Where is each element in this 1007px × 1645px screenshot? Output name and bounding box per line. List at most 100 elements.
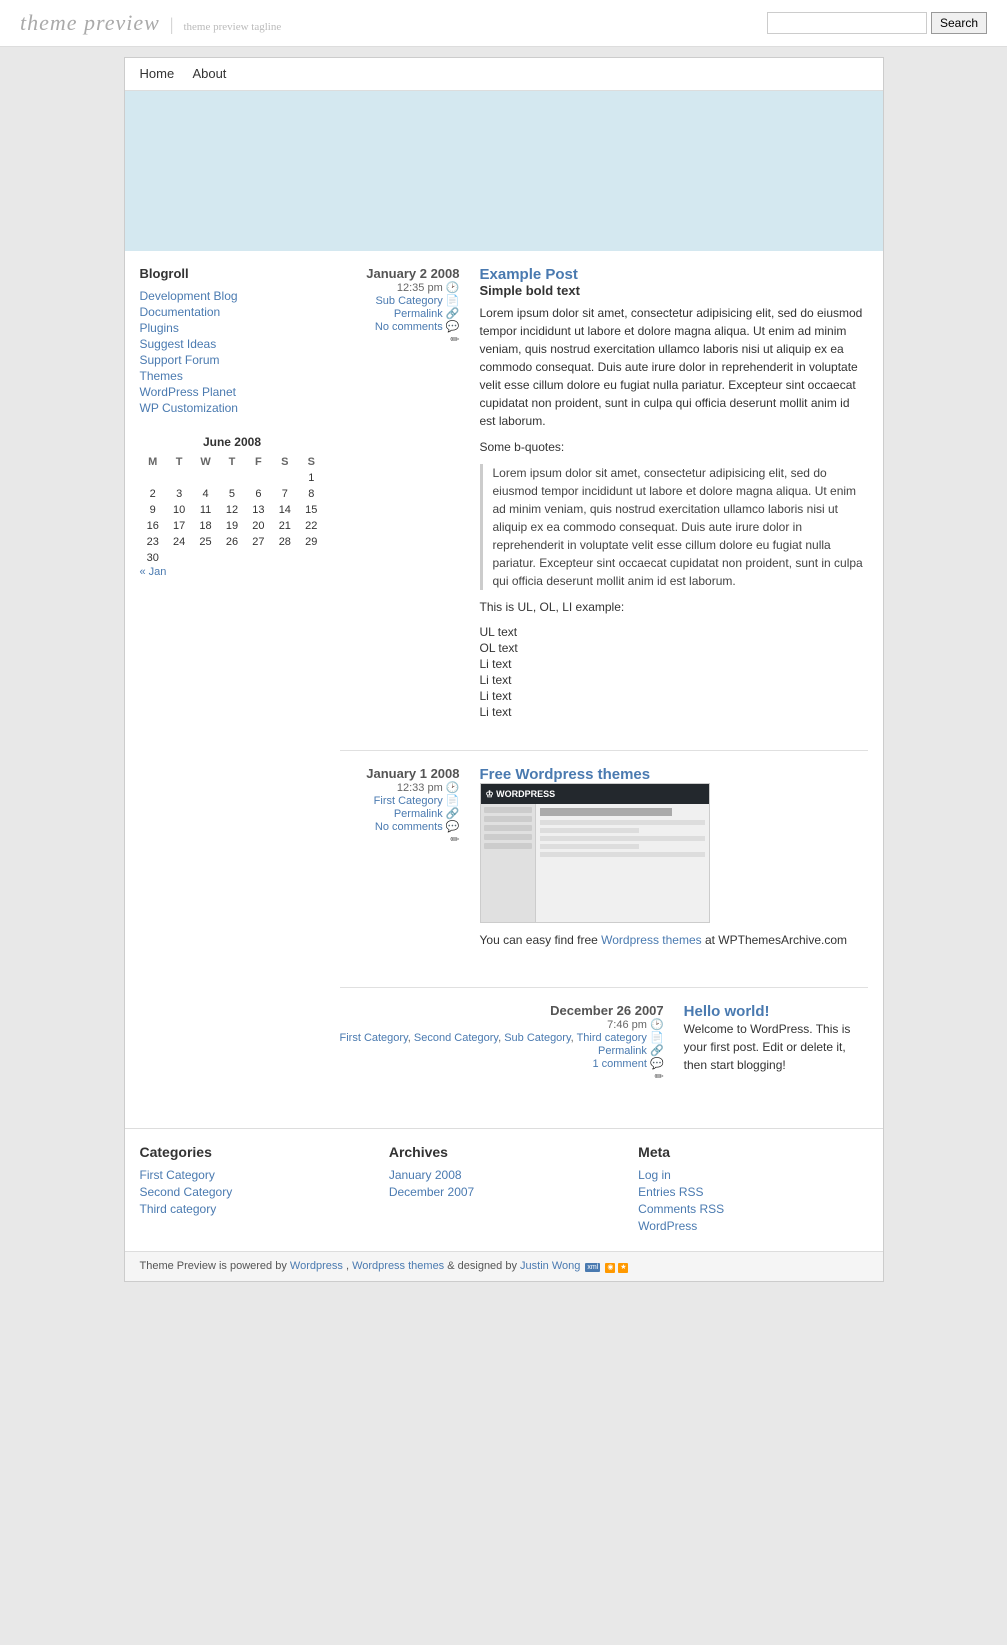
cal-header: T (219, 454, 245, 470)
category-link-second[interactable]: Second Category (140, 1185, 369, 1199)
post-2: January 1 2008 12:33 pm 🕑 First Category… (340, 766, 868, 957)
sidebar-link-themes[interactable]: Themes (140, 369, 325, 383)
cal-header: S (298, 454, 324, 470)
post-1-meta: January 2 2008 12:35 pm 🕑 Sub Category 📄… (340, 266, 460, 720)
footer-wordpress-link[interactable]: Wordpress (290, 1260, 343, 1272)
footer-widgets: Categories First Category Second Categor… (125, 1128, 883, 1251)
meta-entries-link[interactable]: Entries RSS (638, 1185, 867, 1199)
post-2-text: You can easy find free Wordpress themes … (480, 931, 868, 949)
sidebar-link-docs[interactable]: Documentation (140, 305, 325, 319)
post-1-blockquote: Lorem ipsum dolor sit amet, consectetur … (480, 464, 868, 590)
cal-header: S (272, 454, 298, 470)
post-1-comments-link[interactable]: No comments (375, 321, 443, 333)
post-1-category: Sub Category 📄 (340, 294, 460, 307)
sidebar-link-suggest[interactable]: Suggest Ideas (140, 337, 325, 351)
sidebar-link-devblog[interactable]: Development Blog (140, 289, 325, 303)
wp-ss-item (484, 816, 532, 822)
post-3-permalink-link[interactable]: Permalink (598, 1045, 647, 1057)
post-1-body: Example Post Simple bold text Lorem ipsu… (470, 266, 868, 720)
post-3-layout: December 26 2007 7:46 pm 🕑 First Categor… (340, 1003, 868, 1083)
nav-about[interactable]: About (192, 66, 226, 81)
post-2-time: 12:33 pm 🕑 (340, 781, 460, 794)
meta-widget-title: Meta (638, 1144, 867, 1160)
xml-icon: xml (585, 1263, 600, 1272)
post-2-category-link[interactable]: First Category (374, 795, 443, 807)
search-input[interactable] (767, 12, 927, 34)
post-2-comments-link[interactable]: No comments (375, 821, 443, 833)
wp-ss-line (540, 852, 705, 857)
blogroll-title: Blogroll (140, 266, 325, 281)
content-wrapper: Blogroll Development Blog Documentation … (125, 251, 883, 1128)
page-footer: Theme Preview is powered by Wordpress , … (125, 1251, 883, 1281)
post-2-category: First Category 📄 (340, 794, 460, 807)
sidebar-link-plugins[interactable]: Plugins (140, 321, 325, 335)
site-title: theme preview (20, 10, 160, 36)
wp-ss-sidebar (481, 804, 536, 922)
post-1-comments: No comments 💬 (340, 320, 460, 333)
search-form: Search (767, 12, 987, 34)
footer-designer-link[interactable]: Justin Wong (520, 1260, 580, 1272)
meta-widget: Meta Log in Entries RSS Comments RSS Wor… (638, 1144, 867, 1236)
cal-row: 30 (140, 550, 325, 566)
main-content: January 2 2008 12:35 pm 🕑 Sub Category 📄… (340, 266, 868, 1113)
wordpress-themes-link[interactable]: Wordpress themes (601, 933, 701, 947)
post-3-cat1[interactable]: First Category (340, 1032, 408, 1044)
wp-ss-item (484, 834, 532, 840)
footer-themes-link[interactable]: Wordpress themes (352, 1260, 444, 1272)
search-button[interactable]: Search (931, 12, 987, 34)
list-item: OL text (480, 640, 868, 656)
post-3-time: 7:46 pm 🕑 (340, 1018, 664, 1031)
post-3-body: Hello world! Welcome to WordPress. This … (674, 1003, 868, 1083)
wp-screenshot-header: ♔ WORDPRESS (481, 784, 709, 804)
category-link-first[interactable]: First Category (140, 1168, 369, 1182)
header-tagline: theme preview tagline (183, 21, 281, 33)
cal-header: M (140, 454, 166, 470)
post-3-cat3[interactable]: Sub Category (504, 1032, 570, 1044)
post-2-title-link[interactable]: Free Wordpress themes (480, 766, 651, 783)
wp-ss-item (484, 843, 532, 849)
list-item: Li text (480, 704, 868, 720)
post-2-comments: No comments 💬 (340, 820, 460, 833)
post-3-cat4[interactable]: Third category (577, 1032, 647, 1044)
cal-row: 2345678 (140, 486, 325, 502)
wp-ss-item (484, 807, 532, 813)
meta-comments-link[interactable]: Comments RSS (638, 1202, 867, 1216)
post-1: January 2 2008 12:35 pm 🕑 Sub Category 📄… (340, 266, 868, 720)
post-3-meta: December 26 2007 7:46 pm 🕑 First Categor… (340, 1003, 664, 1083)
post-1-bquote-label: Some b-quotes: (480, 438, 868, 456)
header-divider: | (170, 14, 174, 35)
wp-ss-line (540, 844, 639, 849)
post-3-date: December 26 2007 (340, 1003, 664, 1018)
post-1-category-link[interactable]: Sub Category (375, 295, 442, 307)
wp-ss-title (540, 808, 672, 816)
list-item: Li text (480, 688, 868, 704)
meta-comments-rss: Comments RSS (638, 1202, 867, 1216)
category-link-third[interactable]: Third category (140, 1202, 369, 1216)
sidebar-link-support[interactable]: Support Forum (140, 353, 325, 367)
post-1-title-link[interactable]: Example Post (480, 266, 578, 283)
archives-widget: Archives January 2008 December 2007 (389, 1144, 618, 1236)
post-2-edit: ✏ (340, 833, 460, 846)
post-2-title: Free Wordpress themes (480, 766, 868, 783)
wp-ss-item (484, 825, 532, 831)
archive-dec2007[interactable]: December 2007 (389, 1185, 618, 1199)
post-3-title-link[interactable]: Hello world! (684, 1003, 770, 1020)
archive-jan2008[interactable]: January 2008 (389, 1168, 618, 1182)
meta-wordpress[interactable]: WordPress (638, 1219, 867, 1233)
meta-login[interactable]: Log in (638, 1168, 867, 1182)
post-2-permalink-link[interactable]: Permalink (394, 808, 443, 820)
calendar-prev-link[interactable]: « Jan (140, 566, 167, 578)
rss-orange-icon: ★ (618, 1263, 628, 1273)
post-3: December 26 2007 7:46 pm 🕑 First Categor… (340, 1003, 868, 1083)
nav-home[interactable]: Home (140, 66, 175, 81)
cal-header: W (192, 454, 218, 470)
post-2-body: Free Wordpress themes ♔ WORDPRESS (470, 766, 868, 957)
post-1-permalink-link[interactable]: Permalink (394, 308, 443, 320)
calendar-title: June 2008 (140, 435, 325, 449)
wp-screenshot: ♔ WORDPRESS (480, 783, 710, 923)
post-3-cat2[interactable]: Second Category (414, 1032, 498, 1044)
post-3-comments-link[interactable]: 1 comment (592, 1058, 646, 1070)
sidebar-link-wpcustom[interactable]: WP Customization (140, 401, 325, 415)
post-1-title: Example Post (480, 266, 868, 283)
sidebar-link-wpplanet[interactable]: WordPress Planet (140, 385, 325, 399)
